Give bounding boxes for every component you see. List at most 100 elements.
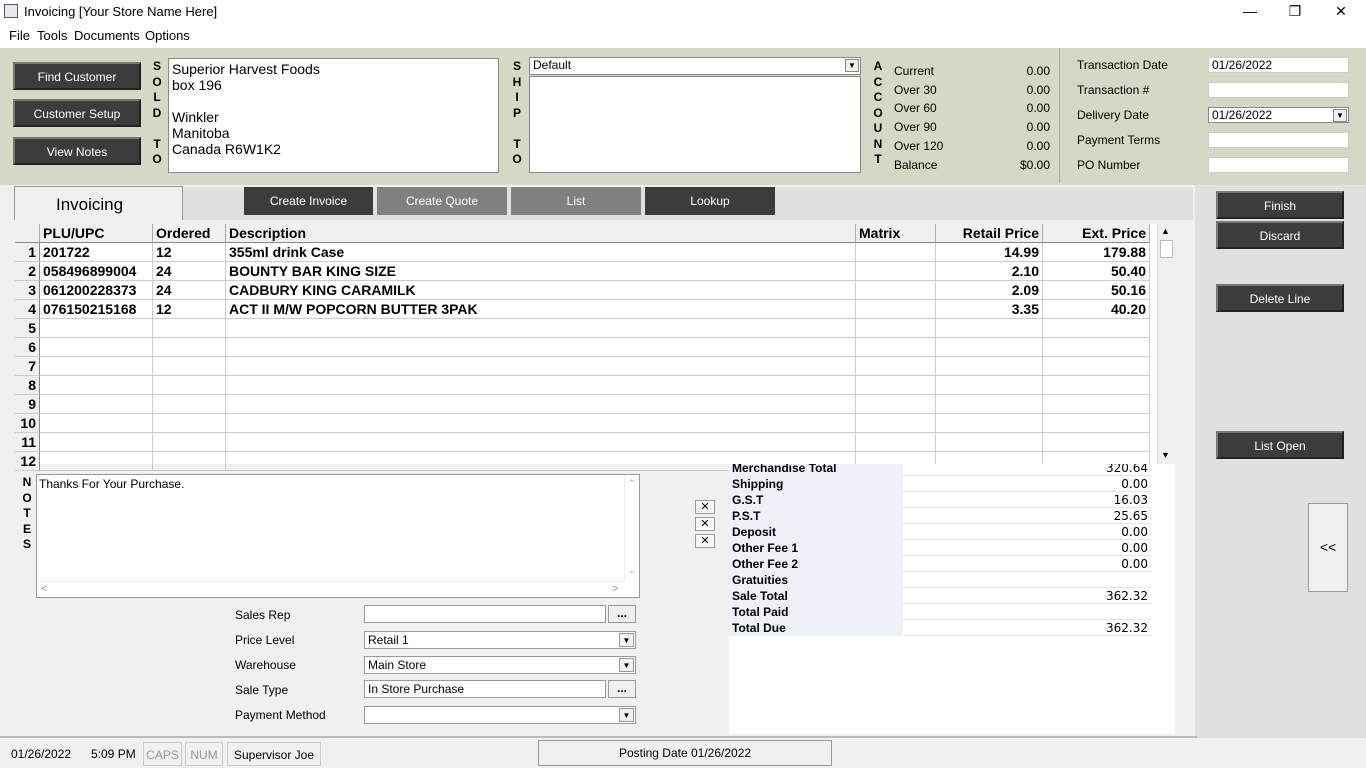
- cell-description[interactable]: 355ml drink Case: [226, 243, 856, 262]
- cell-ordered[interactable]: [153, 357, 226, 376]
- cell-matrix[interactable]: [856, 300, 936, 319]
- cell-matrix[interactable]: [856, 357, 936, 376]
- collapse-panel-button[interactable]: <<: [1308, 503, 1348, 592]
- table-row[interactable]: 11: [15, 433, 1157, 452]
- cell-retail-price[interactable]: [936, 357, 1043, 376]
- cell-description[interactable]: BOUNTY BAR KING SIZE: [226, 262, 856, 281]
- column-header-plu[interactable]: PLU/UPC: [40, 224, 153, 243]
- menu-file[interactable]: File: [9, 28, 30, 43]
- cell-plu[interactable]: 201722: [40, 243, 153, 262]
- column-header-ext-price[interactable]: Ext. Price: [1043, 224, 1150, 243]
- chevron-down-icon[interactable]: ▼: [619, 708, 634, 722]
- payment-terms-field[interactable]: [1208, 132, 1349, 148]
- customer-setup-button[interactable]: Customer Setup: [13, 99, 141, 127]
- status-posting-date[interactable]: Posting Date 01/26/2022: [538, 740, 832, 766]
- sales-rep-lookup-button[interactable]: ...: [608, 605, 636, 623]
- minimize-icon[interactable]: —: [1227, 0, 1273, 24]
- table-row[interactable]: 5: [15, 319, 1157, 338]
- menu-documents[interactable]: Documents: [74, 28, 140, 43]
- close-icon[interactable]: ✕: [1318, 0, 1364, 24]
- cell-description[interactable]: ACT II M/W POPCORN BUTTER 3PAK: [226, 300, 856, 319]
- cell-plu[interactable]: [40, 433, 153, 452]
- ship-to-select[interactable]: Default ▼: [529, 57, 861, 75]
- column-header-ordered[interactable]: Ordered: [153, 224, 226, 243]
- cell-retail-price[interactable]: 3.35: [936, 300, 1043, 319]
- po-number-field[interactable]: [1208, 157, 1349, 173]
- chevron-down-icon[interactable]: ▼: [619, 633, 634, 647]
- cell-matrix[interactable]: [856, 395, 936, 414]
- cell-matrix[interactable]: [856, 414, 936, 433]
- menu-options[interactable]: Options: [145, 28, 190, 43]
- cell-matrix[interactable]: [856, 376, 936, 395]
- cell-plu[interactable]: [40, 338, 153, 357]
- cell-retail-price[interactable]: [936, 376, 1043, 395]
- cell-plu[interactable]: [40, 395, 153, 414]
- column-header-matrix[interactable]: Matrix: [856, 224, 936, 243]
- delivery-date-field[interactable]: 01/26/2022 ▼: [1208, 107, 1349, 123]
- restore-icon[interactable]: ❐: [1272, 0, 1318, 24]
- cell-description[interactable]: [226, 395, 856, 414]
- cell-plu[interactable]: [40, 414, 153, 433]
- find-customer-button[interactable]: Find Customer: [13, 62, 141, 90]
- cell-retail-price[interactable]: [936, 414, 1043, 433]
- warehouse-select[interactable]: Main Store ▼: [364, 656, 636, 674]
- clear-shipping-button[interactable]: ✕: [695, 500, 715, 514]
- table-row[interactable]: 6: [15, 338, 1157, 357]
- cell-matrix[interactable]: [856, 433, 936, 452]
- cell-plu[interactable]: 076150215168: [40, 300, 153, 319]
- scroll-right-icon[interactable]: >: [612, 583, 618, 595]
- cell-matrix[interactable]: [856, 262, 936, 281]
- sold-to-address[interactable]: Superior Harvest Foods box 196 Winkler M…: [168, 58, 499, 173]
- cell-ordered[interactable]: [153, 452, 226, 471]
- cell-plu[interactable]: 061200228373: [40, 281, 153, 300]
- list-open-button[interactable]: List Open: [1216, 431, 1344, 459]
- finish-button[interactable]: Finish: [1216, 191, 1344, 219]
- cell-matrix[interactable]: [856, 243, 936, 262]
- cell-description[interactable]: CADBURY KING CARAMILK: [226, 281, 856, 300]
- cell-retail-price[interactable]: 2.10: [936, 262, 1043, 281]
- cell-matrix[interactable]: [856, 338, 936, 357]
- cell-ext-price[interactable]: [1043, 357, 1150, 376]
- cell-retail-price[interactable]: [936, 395, 1043, 414]
- menu-tools[interactable]: Tools: [37, 28, 67, 43]
- delete-line-button[interactable]: Delete Line: [1216, 284, 1344, 312]
- cell-retail-price[interactable]: [936, 433, 1043, 452]
- transaction-date-field[interactable]: 01/26/2022: [1208, 57, 1349, 73]
- notes-hscroll[interactable]: < >: [37, 581, 624, 597]
- cell-description[interactable]: [226, 376, 856, 395]
- cell-plu[interactable]: 058496899004: [40, 262, 153, 281]
- sale-type-lookup-button[interactable]: ...: [608, 680, 636, 698]
- column-header-retail-price[interactable]: Retail Price: [936, 224, 1043, 243]
- sale-type-field[interactable]: In Store Purchase: [364, 680, 606, 698]
- notes-textarea[interactable]: Thanks For Your Purchase. ⌃ ⌄ < >: [36, 474, 640, 598]
- chevron-down-icon[interactable]: ▼: [1333, 109, 1347, 122]
- scroll-thumb[interactable]: [1160, 240, 1173, 258]
- cell-ext-price[interactable]: [1043, 395, 1150, 414]
- cell-ordered[interactable]: 12: [153, 243, 226, 262]
- cell-plu[interactable]: [40, 319, 153, 338]
- cell-plu[interactable]: [40, 452, 153, 471]
- cell-ordered[interactable]: [153, 338, 226, 357]
- table-row[interactable]: 2 058496899004 24 BOUNTY BAR KING SIZE 2.10 5…: [15, 262, 1157, 281]
- table-row[interactable]: 3 061200228373 24 CADBURY KING CARAMILK 2.09…: [15, 281, 1157, 300]
- cell-plu[interactable]: [40, 376, 153, 395]
- cell-ext-price[interactable]: 50.16: [1043, 281, 1150, 300]
- tab-invoicing[interactable]: Invoicing: [14, 186, 183, 220]
- cell-ordered[interactable]: 24: [153, 262, 226, 281]
- table-row[interactable]: 10: [15, 414, 1157, 433]
- payment-method-select[interactable]: ▼: [364, 706, 636, 724]
- create-invoice-button[interactable]: Create Invoice: [244, 187, 373, 215]
- cell-retail-price[interactable]: 14.99: [936, 243, 1043, 262]
- transaction-number-field[interactable]: [1208, 82, 1349, 98]
- cell-matrix[interactable]: [856, 281, 936, 300]
- table-row[interactable]: 7: [15, 357, 1157, 376]
- cell-plu[interactable]: [40, 357, 153, 376]
- cell-ext-price[interactable]: [1043, 338, 1150, 357]
- list-button[interactable]: List: [511, 187, 641, 215]
- cell-retail-price[interactable]: [936, 319, 1043, 338]
- cell-ext-price[interactable]: [1043, 414, 1150, 433]
- scroll-up-icon[interactable]: ▲: [1161, 226, 1170, 236]
- cell-matrix[interactable]: [856, 319, 936, 338]
- view-notes-button[interactable]: View Notes: [13, 137, 141, 165]
- sales-rep-field[interactable]: [364, 605, 606, 623]
